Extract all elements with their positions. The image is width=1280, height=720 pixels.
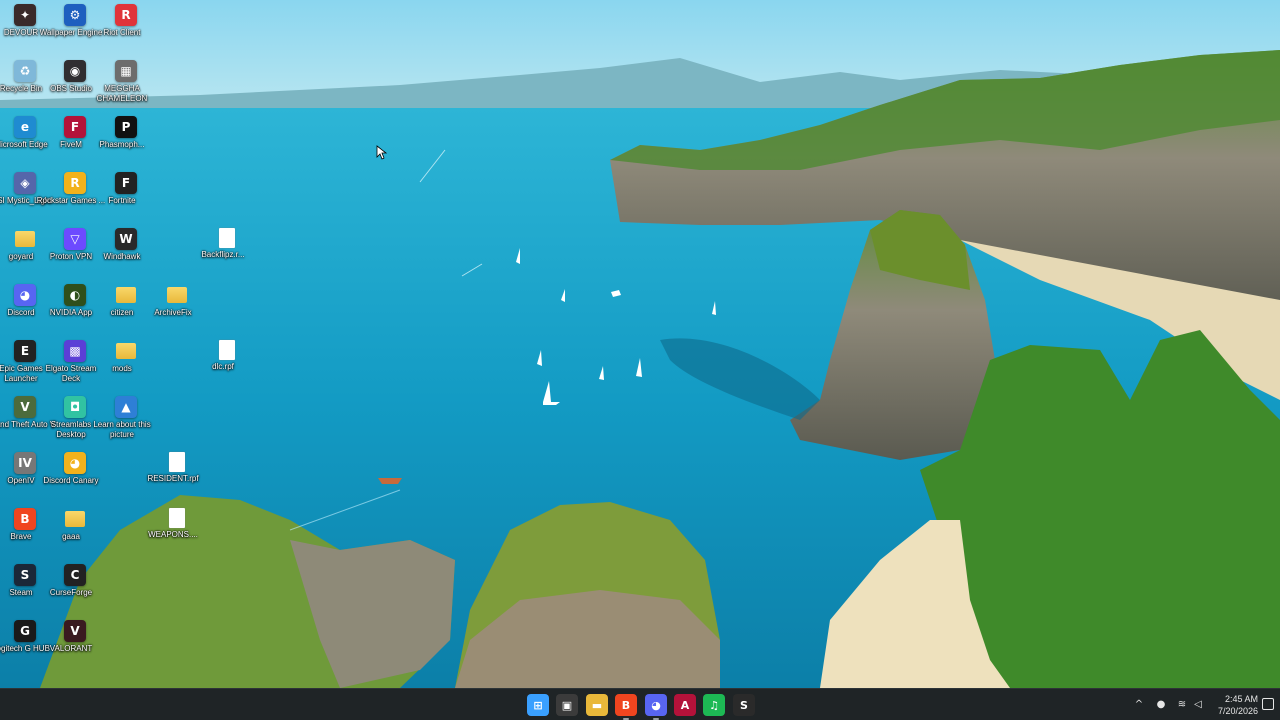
desktop-icon-label: ArchiveFix bbox=[154, 308, 192, 317]
chevron-up-icon[interactable]: ^ bbox=[1132, 697, 1146, 711]
taskbar-affinity-icon[interactable]: A bbox=[674, 694, 696, 716]
desktop-icon[interactable]: mods bbox=[99, 340, 153, 374]
desktop-icon[interactable]: ▲ Learn about this picture bbox=[93, 396, 153, 440]
taskbar-steam-icon[interactable]: S bbox=[733, 694, 755, 716]
notification-center-icon[interactable] bbox=[1262, 698, 1274, 710]
phasmophobia-icon: P bbox=[115, 116, 137, 138]
taskbar-file-explorer-icon[interactable]: ▬ bbox=[586, 694, 608, 716]
discord-icon: ◕ bbox=[14, 284, 36, 306]
file-icon bbox=[219, 228, 235, 248]
discord-canary-icon: ◕ bbox=[64, 452, 86, 474]
taskbar-brave-icon[interactable]: B bbox=[615, 694, 637, 720]
fortnite-icon: F bbox=[115, 172, 137, 194]
valorant-icon: V bbox=[64, 620, 86, 642]
desktop-icon[interactable]: dlc.rpf bbox=[200, 340, 254, 372]
brave-icon: B bbox=[14, 508, 36, 530]
desktop-icon[interactable]: W Windhawk bbox=[99, 228, 153, 262]
fivem-icon: F bbox=[64, 116, 86, 138]
desktop-icon[interactable]: Backflipz.r... bbox=[200, 228, 254, 260]
devour-icon: ✦ bbox=[14, 4, 36, 26]
steam-icon: S bbox=[14, 564, 36, 586]
folder-icon bbox=[116, 343, 136, 359]
desktop-icon-label: Riot Client bbox=[103, 28, 141, 37]
taskbar-clock[interactable]: 2:45 AM 7/20/2026 bbox=[1206, 693, 1258, 717]
desktop-icon-label: RESIDENT.rpf bbox=[147, 474, 199, 483]
mouse-cursor-icon bbox=[376, 145, 388, 160]
openiv-icon: IV bbox=[14, 452, 36, 474]
epic-games-icon: E bbox=[14, 340, 36, 362]
desktop-icon-label: Phasmoph... bbox=[99, 140, 145, 149]
taskbar: ⊞ ▣ ▬ B ◕ A ♫ S ^ ● ≋ ◁ 2:45 AM 7/20/2026 bbox=[0, 688, 1280, 720]
windhawk-icon: W bbox=[115, 228, 137, 250]
logitech-g-hub-icon: G bbox=[14, 620, 36, 642]
curseforge-icon: C bbox=[64, 564, 86, 586]
rockstar-games-icon: R bbox=[64, 172, 86, 194]
taskbar-microsoft-store-icon[interactable]: ▣ bbox=[556, 694, 578, 716]
learn-picture-icon: ▲ bbox=[115, 396, 137, 418]
desktop-icon[interactable]: ▦ MEGGHA CHAMELEON bbox=[97, 60, 153, 104]
desktop-icon-label: Fortnite bbox=[108, 196, 136, 205]
desktop-icon[interactable]: P Phasmoph... bbox=[99, 116, 153, 150]
desktop-icon[interactable]: RESIDENT.rpf bbox=[147, 452, 204, 484]
elgato-stream-deck-icon: ▩ bbox=[64, 340, 86, 362]
desktop-icon-label: WEAPONS.... bbox=[148, 530, 198, 539]
edge-icon: e bbox=[14, 116, 36, 138]
desktop-icon-label: Windhawk bbox=[103, 252, 141, 261]
desktop-icon-label: mods bbox=[112, 364, 132, 373]
desktop-icon[interactable]: ArchiveFix bbox=[150, 284, 204, 318]
file-icon bbox=[219, 340, 235, 360]
gta-v-icon: V bbox=[14, 396, 36, 418]
desktop-icon[interactable]: WEAPONS.... bbox=[148, 508, 204, 540]
clock-date: 7/20/2026 bbox=[1217, 706, 1258, 716]
folder-icon bbox=[15, 231, 35, 247]
nvidia-app-icon: ◐ bbox=[64, 284, 86, 306]
desktop-icon-label: VALORANT bbox=[49, 644, 93, 653]
file-icon bbox=[169, 508, 185, 528]
desktop-icon-label: gaaa bbox=[62, 532, 80, 541]
desktop-icon[interactable]: gaaa bbox=[48, 508, 102, 542]
megga-chameleon-icon: ▦ bbox=[115, 60, 137, 82]
wifi-icon[interactable]: ≋ bbox=[1175, 697, 1189, 711]
obs-studio-icon: ◉ bbox=[64, 60, 86, 82]
desktop-icon-label: Backflipz.r... bbox=[201, 250, 245, 259]
recycle-bin-icon: ♻ bbox=[14, 60, 36, 82]
volume-icon[interactable]: ◁ bbox=[1191, 697, 1205, 711]
file-icon bbox=[169, 452, 185, 472]
desktop-icon-label: dlc.rpf bbox=[212, 362, 234, 371]
folder-icon bbox=[116, 287, 136, 303]
proton-vpn-icon: ▽ bbox=[64, 228, 86, 250]
desktop-icon-label: Learn about this picture bbox=[93, 420, 151, 439]
desktop-icon[interactable]: F Fortnite bbox=[99, 172, 153, 206]
desktop-icon[interactable]: ◕ Discord Canary bbox=[43, 452, 102, 486]
streamlabs-icon: ◘ bbox=[64, 396, 86, 418]
desktop-icon-label: Discord Canary bbox=[43, 476, 99, 485]
taskbar-spotify-icon[interactable]: ♫ bbox=[703, 694, 725, 716]
desktop-icon[interactable]: R Riot Client bbox=[99, 4, 153, 38]
desktop-wallpaper bbox=[0, 0, 1280, 688]
folder-icon bbox=[65, 511, 85, 527]
folder-icon bbox=[167, 287, 187, 303]
msi-mystic-light-icon: ◈ bbox=[14, 172, 36, 194]
clock-time: 2:45 AM bbox=[1224, 694, 1258, 704]
desktop-icon-label: MEGGHA CHAMELEON bbox=[96, 84, 148, 103]
taskbar-discord-icon[interactable]: ◕ bbox=[645, 694, 667, 720]
desktop-icon-label: CurseForge bbox=[49, 588, 93, 597]
desktop-icon[interactable]: ▩ Elgato Stream Deck bbox=[46, 340, 102, 384]
desktop-icon[interactable]: V VALORANT bbox=[48, 620, 102, 654]
taskbar-start-icon[interactable]: ⊞ bbox=[527, 694, 549, 716]
microphone-icon[interactable]: ● bbox=[1154, 697, 1168, 711]
wallpaper-engine-icon: ⚙ bbox=[64, 4, 86, 26]
desktop-icon[interactable]: C CurseForge bbox=[48, 564, 102, 598]
riot-client-icon: R bbox=[115, 4, 137, 26]
